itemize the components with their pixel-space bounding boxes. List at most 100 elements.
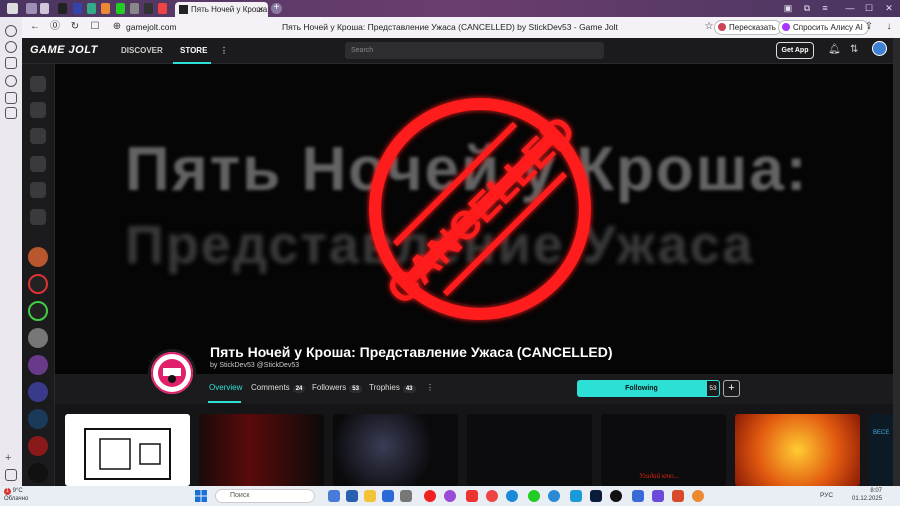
- pinned-tab-icon[interactable]: [144, 3, 153, 14]
- language-indicator[interactable]: РУС: [820, 492, 833, 499]
- grid-icon[interactable]: [30, 209, 46, 225]
- ask-alice-button[interactable]: Спросить Алису AI: [778, 20, 869, 35]
- file-explorer-icon[interactable]: [364, 490, 376, 502]
- new-tab-icon[interactable]: +: [271, 3, 282, 14]
- page-scrollbar[interactable]: [893, 38, 900, 486]
- community-avatar[interactable]: [28, 409, 48, 429]
- active-browser-tab[interactable]: Пять Ночей у Кроша: П ✕: [175, 2, 268, 17]
- taskbar-search[interactable]: Поиск: [215, 489, 315, 503]
- tab-trophies[interactable]: Trophies 43: [369, 383, 416, 393]
- get-app-button[interactable]: Get App: [776, 42, 814, 59]
- url-text[interactable]: gamejolt.com: [126, 22, 177, 32]
- pinned-tab-icon[interactable]: [101, 3, 110, 14]
- task-view-icon[interactable]: [328, 490, 340, 502]
- pinned-tab-icon[interactable]: [58, 3, 67, 14]
- app-icon[interactable]: [692, 490, 704, 502]
- user-avatar[interactable]: [872, 41, 887, 56]
- tab-overview[interactable]: Overview: [209, 383, 242, 392]
- collections-icon[interactable]: [5, 92, 17, 104]
- download-icon[interactable]: ▣: [781, 2, 795, 15]
- store-app-icon[interactable]: [382, 490, 394, 502]
- realms-icon[interactable]: [30, 182, 46, 198]
- photoshop-icon[interactable]: [590, 490, 602, 502]
- whatsapp-icon[interactable]: [528, 490, 540, 502]
- browser-menu-icon[interactable]: [7, 3, 18, 14]
- weather-widget[interactable]: 1 9°C Облачно: [4, 487, 28, 503]
- settings-icon[interactable]: [5, 469, 17, 481]
- app-icon[interactable]: [444, 490, 456, 502]
- more-menu-icon[interactable]: ⋮: [220, 46, 228, 55]
- reload-icon[interactable]: ↻: [68, 20, 82, 34]
- nav-store[interactable]: STORE: [180, 46, 207, 55]
- activity-icon[interactable]: ⇅: [850, 44, 858, 55]
- store-icon[interactable]: [30, 102, 46, 118]
- community-avatar[interactable]: [28, 436, 48, 456]
- media-thumbnail-curtain[interactable]: [199, 414, 324, 486]
- community-avatar[interactable]: [28, 382, 48, 402]
- add-to-playlist-button[interactable]: +: [723, 380, 740, 397]
- powerpoint-icon[interactable]: [672, 490, 684, 502]
- add-panel-icon[interactable]: +: [5, 453, 17, 465]
- pinned-tab-icon[interactable]: [130, 3, 139, 14]
- home-icon[interactable]: [30, 76, 46, 92]
- extensions-icon[interactable]: ⧉: [800, 2, 814, 15]
- gamejolt-logo[interactable]: GAME JOLT: [30, 44, 98, 56]
- community-avatar[interactable]: [28, 355, 48, 375]
- pinned-tab-icon[interactable]: [40, 3, 49, 14]
- minimize-icon[interactable]: —: [843, 2, 857, 15]
- app-icon[interactable]: [632, 490, 644, 502]
- following-button[interactable]: Following: [577, 380, 706, 397]
- opera-icon[interactable]: [424, 490, 436, 502]
- tabs-list-icon[interactable]: [26, 3, 37, 14]
- site-search-input[interactable]: Search: [345, 42, 604, 59]
- pinned-tab-icon[interactable]: [158, 3, 167, 14]
- pinned-tab-icon[interactable]: [73, 3, 82, 14]
- windows-start-icon[interactable]: [195, 490, 207, 502]
- close-window-icon[interactable]: ✕: [882, 2, 896, 15]
- notifications-icon[interactable]: 🔔︎: [828, 44, 841, 55]
- site-info-icon[interactable]: ⊕: [110, 20, 124, 34]
- youtube-icon[interactable]: [466, 490, 478, 502]
- media-thumbnail-fire[interactable]: [735, 414, 860, 486]
- media-thumbnail-animatronic[interactable]: [333, 414, 458, 486]
- bookmark-icon[interactable]: ☐: [88, 20, 102, 34]
- yandex-browser-icon[interactable]: [486, 490, 498, 502]
- share-icon[interactable]: ⇪: [862, 20, 876, 34]
- system-clock[interactable]: 8:07 01.12.2025: [852, 487, 882, 503]
- community-avatar[interactable]: [28, 328, 48, 348]
- community-avatar[interactable]: [28, 247, 48, 267]
- app-icon[interactable]: [548, 490, 560, 502]
- notes-icon[interactable]: [5, 107, 17, 119]
- tab-comments[interactable]: Comments 24: [251, 383, 306, 393]
- maximize-icon[interactable]: ☐: [862, 2, 876, 15]
- tab-followers[interactable]: Followers 53: [312, 383, 362, 393]
- game-avatar[interactable]: [148, 349, 196, 397]
- edge-icon[interactable]: [506, 490, 518, 502]
- nav-discover[interactable]: DISCOVER: [121, 46, 163, 55]
- app-icon[interactable]: [610, 490, 622, 502]
- app-icon[interactable]: [346, 490, 358, 502]
- app-icon[interactable]: [400, 490, 412, 502]
- media-thumbnail-map[interactable]: [65, 414, 190, 486]
- community-avatar[interactable]: [28, 274, 48, 294]
- more-options-icon[interactable]: ⋮: [426, 383, 434, 392]
- menu-icon[interactable]: ≡: [818, 2, 832, 15]
- game-byline[interactable]: by StickDev53 @StickDev53: [210, 362, 299, 369]
- close-tab-icon[interactable]: ✕: [257, 2, 264, 17]
- alice-sidebar-icon[interactable]: [5, 75, 17, 87]
- back-icon[interactable]: ←: [28, 20, 42, 34]
- media-thumbnail-dark[interactable]: [467, 414, 592, 486]
- create-icon[interactable]: [30, 156, 46, 172]
- app-icon[interactable]: [570, 490, 582, 502]
- community-avatar[interactable]: [28, 301, 48, 321]
- play-icon[interactable]: [5, 41, 17, 53]
- library-icon[interactable]: [30, 128, 46, 144]
- app-icon[interactable]: [652, 490, 664, 502]
- media-thumbnail-guess[interactable]: Угадай кто...: [601, 414, 726, 486]
- media-icon[interactable]: [5, 25, 17, 37]
- yandex-icon[interactable]: ⓪: [48, 20, 62, 34]
- app-icon[interactable]: [5, 57, 17, 69]
- media-thumbnail-partial[interactable]: BECE: [869, 414, 893, 486]
- pinned-tab-icon[interactable]: [116, 3, 125, 14]
- community-avatar[interactable]: [28, 463, 48, 483]
